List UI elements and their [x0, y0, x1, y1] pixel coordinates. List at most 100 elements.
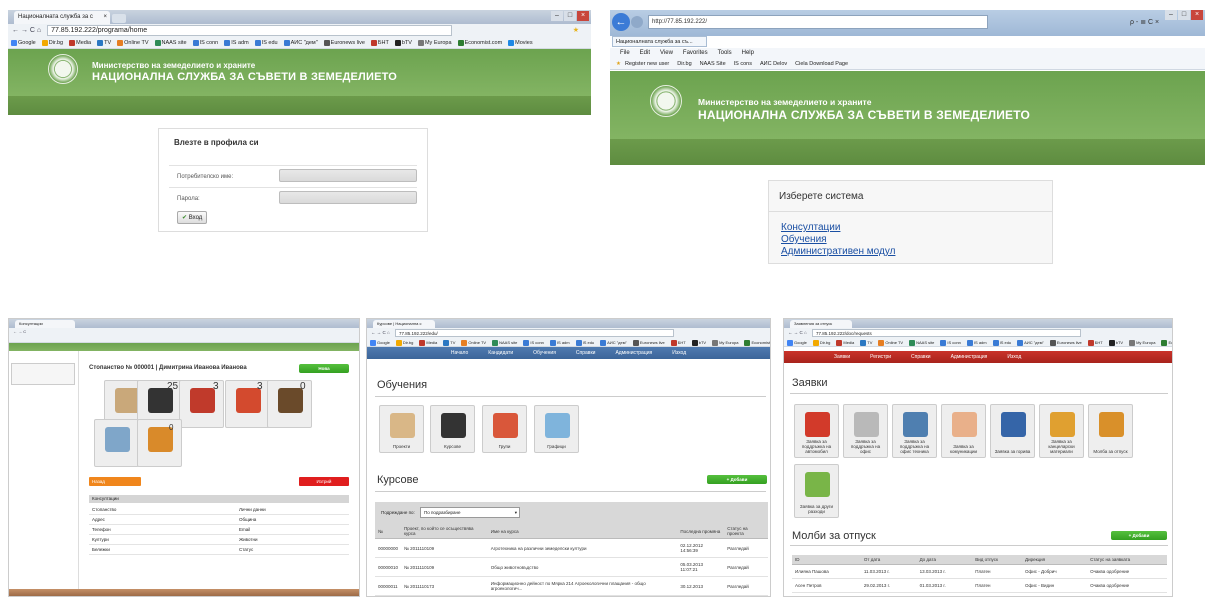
system-option-link[interactable]: Обучения	[781, 234, 895, 246]
login-button[interactable]: ✔ Вход	[177, 211, 208, 224]
search-icons[interactable]: ρ - ≣ C ×	[1130, 18, 1159, 26]
menu-item[interactable]: Favorites	[683, 50, 708, 56]
table-row[interactable]: 00000000 № 2011110109 Агротехника на разли…	[375, 538, 768, 558]
bookmark-item[interactable]: TV	[443, 339, 455, 346]
request-tile[interactable]: Заявка за канцеларски материали	[1039, 404, 1084, 458]
request-tile[interactable]: Заявка за други разходи	[794, 464, 839, 518]
menu-item[interactable]: View	[660, 50, 673, 56]
tile-projects[interactable]: Проекти	[379, 405, 424, 453]
menu-item[interactable]: File	[620, 50, 630, 56]
bookmark-item[interactable]: IS conn	[940, 339, 961, 346]
maximize-icon[interactable]: □	[1178, 10, 1190, 20]
table-row[interactable]: 00000011 № 2011110173 Информационно дейнос…	[375, 576, 768, 596]
bookmark-item[interactable]: Google	[370, 339, 390, 346]
back-forward-reload-icons[interactable]: ← → C ⌂	[371, 330, 390, 335]
password-input[interactable]	[279, 191, 417, 204]
favorites-star-icon[interactable]: ★	[616, 61, 621, 67]
tile-6[interactable]	[94, 419, 139, 467]
sort-select[interactable]: По подразбиране ▾	[420, 507, 520, 518]
delete-button[interactable]: Изтрий	[299, 477, 349, 486]
browser-tab[interactable]: Националната служба за с ×	[14, 11, 110, 24]
table-row[interactable]: Илияна Пашова 11.03.2013 г. 13.03.2013 г. П…	[792, 564, 1167, 579]
tile-7[interactable]	[137, 419, 182, 467]
bookmark-item[interactable]: Online TV	[117, 39, 149, 46]
bookmark-item[interactable]: Media	[69, 39, 91, 46]
bookmark-item[interactable]: NAAS site	[492, 339, 517, 346]
bookmark-item[interactable]: bTV	[1108, 339, 1123, 346]
url-input[interactable]: 77.85.192.222/programa/home	[47, 24, 453, 36]
maximize-icon[interactable]: □	[564, 11, 576, 21]
new-tab-button[interactable]	[112, 14, 126, 23]
url-input[interactable]: 77.85.192.222/edu/	[394, 328, 675, 337]
bookmark-item[interactable]: Online TV	[878, 339, 903, 346]
table-row[interactable]: 00000010 № 2011110109 Общо животновъдство 0…	[375, 557, 768, 577]
bookmark-item[interactable]: My Europa	[712, 339, 738, 346]
back-button[interactable]: Назад	[89, 477, 141, 486]
browser-tab[interactable]: Курсове | Национална с	[373, 320, 435, 328]
bookmark-item[interactable]: Euronews live	[323, 39, 365, 46]
bookmark-item[interactable]: Dir.bg	[812, 339, 830, 346]
nav-item[interactable]: Заявки	[834, 354, 850, 360]
ie-tab[interactable]: Националната служба за съ...	[612, 36, 707, 47]
nav-item[interactable]: Справки	[576, 350, 596, 356]
tile-schedules[interactable]: Графици	[534, 405, 579, 453]
request-tile[interactable]: Заявка за горива	[990, 404, 1035, 458]
favorite-item[interactable]: NAAS Site	[700, 61, 726, 67]
minimize-icon[interactable]: –	[551, 11, 563, 21]
close-window-icon[interactable]: ×	[577, 11, 589, 21]
bookmark-item[interactable]: Dir.bg	[395, 339, 413, 346]
bookmark-item[interactable]: Euronews live	[1049, 339, 1082, 346]
table-row[interactable]: Асен Петров 29.02.2013 г. 01.03.2013 г. Пла…	[792, 578, 1167, 593]
browser-tab[interactable]: Консултации	[15, 320, 75, 328]
bookmark-item[interactable]: АИС "дем"	[283, 39, 318, 46]
bookmark-item[interactable]: My Europa	[417, 39, 452, 46]
bookmark-item[interactable]: БНТ	[370, 39, 389, 46]
nav-item[interactable]: Изход	[1007, 354, 1021, 360]
back-forward-reload-icons[interactable]: ← → C ⌂	[12, 27, 41, 34]
bookmark-item[interactable]: My Europa	[1129, 339, 1155, 346]
bookmark-item[interactable]: IS adm	[966, 339, 987, 346]
bookmark-item[interactable]: Online TV	[461, 339, 486, 346]
bookmark-item[interactable]: Google	[11, 39, 36, 46]
system-option-link[interactable]: Консултации	[781, 222, 895, 234]
bookmark-item[interactable]: IS conn	[523, 339, 544, 346]
bookmark-item[interactable]: IS edu	[992, 339, 1011, 346]
back-forward-reload-icons[interactable]: ← → C	[13, 329, 26, 334]
menu-item[interactable]: Tools	[718, 50, 732, 56]
forward-button-icon[interactable]	[631, 16, 643, 28]
back-button-icon[interactable]: ←	[612, 13, 630, 31]
bookmark-item[interactable]: bTV	[394, 39, 412, 46]
bookmark-item[interactable]: Economist.com	[457, 39, 502, 46]
bookmark-item[interactable]: IS edu	[254, 39, 278, 46]
new-button[interactable]: Нова	[299, 364, 349, 373]
nav-item[interactable]: Начало	[451, 350, 468, 356]
bookmark-item[interactable]: АИС "дем"	[600, 339, 627, 346]
bookmark-star-icon[interactable]: ★	[573, 24, 579, 38]
nav-item[interactable]: Регистри	[870, 354, 891, 360]
tree-box[interactable]	[11, 363, 75, 385]
request-tile[interactable]: Заявка за поддръжка на офис	[843, 404, 888, 458]
request-tile[interactable]: Заявка за поддръжка на офис техника	[892, 404, 937, 458]
bookmark-item[interactable]: Economist.com	[744, 339, 770, 346]
browser-tab[interactable]: Заявления за отпуск	[790, 320, 852, 328]
tile-4[interactable]	[225, 380, 270, 428]
tile-courses[interactable]: Курсове	[430, 405, 475, 453]
tile-groups[interactable]: Групи	[482, 405, 527, 453]
bookmark-item[interactable]: Media	[419, 339, 437, 346]
nav-item[interactable]: Администрация	[951, 354, 988, 360]
bookmark-item[interactable]: БНТ	[670, 339, 686, 346]
favorite-item[interactable]: AИС Delov	[760, 61, 787, 67]
request-tile[interactable]: Заявка за комуникации	[941, 404, 986, 458]
bookmark-item[interactable]: TV	[97, 39, 111, 46]
minimize-icon[interactable]: –	[1165, 10, 1177, 20]
bookmark-item[interactable]: IS conn	[192, 39, 218, 46]
request-tile[interactable]: Заявка за поддръжка на автомобил	[794, 404, 839, 458]
bookmark-item[interactable]: АИС "дем"	[1017, 339, 1044, 346]
nav-item[interactable]: Справки	[911, 354, 931, 360]
bookmark-item[interactable]: TV	[860, 339, 872, 346]
username-input[interactable]	[279, 169, 417, 182]
back-forward-reload-icons[interactable]: ← → C ⌂	[788, 330, 807, 335]
close-tab-icon[interactable]: ×	[103, 11, 107, 24]
close-window-icon[interactable]: ×	[1191, 10, 1203, 20]
favorite-item[interactable]: Register new user	[625, 61, 669, 67]
